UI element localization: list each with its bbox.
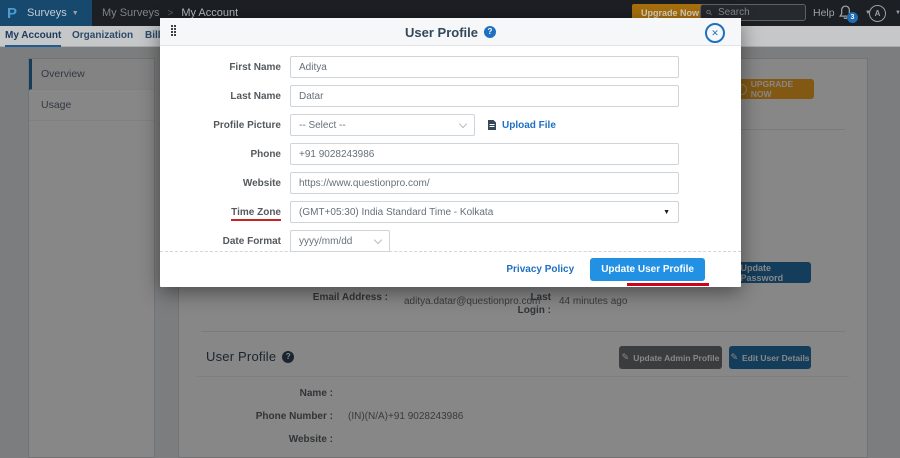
profile-picture-value: -- Select -- (299, 120, 346, 131)
profile-picture-select[interactable]: -- Select -- (290, 114, 475, 136)
last-name-input[interactable] (290, 85, 679, 107)
help-icon[interactable]: ? (484, 26, 496, 38)
modal-title-text: User Profile (405, 25, 478, 40)
time-zone-select[interactable]: (GMT+05:30) India Standard Time - Kolkat… (290, 201, 679, 223)
update-user-profile-button[interactable]: Update User Profile (590, 258, 705, 281)
caret-down-icon: ▼ (663, 209, 670, 216)
modal-footer: Privacy Policy Update User Profile (160, 251, 741, 287)
tab-my-account[interactable]: My Account (5, 26, 61, 47)
file-icon (487, 120, 497, 130)
avatar[interactable]: A (869, 5, 886, 22)
upload-file-label: Upload File (502, 120, 556, 131)
privacy-policy-link[interactable]: Privacy Policy (506, 264, 574, 275)
date-format-value: yyyy/mm/dd (299, 236, 352, 247)
close-icon[interactable]: ✕ (705, 23, 725, 43)
first-name-label: First Name (160, 62, 290, 73)
time-zone-label: Time Zone (160, 207, 290, 218)
date-format-label: Date Format (160, 236, 290, 247)
date-format-select[interactable]: yyyy/mm/dd (290, 230, 390, 252)
profile-picture-label: Profile Picture (160, 120, 290, 131)
questionpro-logo-icon: P (7, 5, 17, 22)
chevron-down-icon[interactable]: ▼ (895, 10, 900, 16)
modal-title: User Profile ? (160, 18, 741, 46)
time-zone-value: (GMT+05:30) India Standard Time - Kolkat… (299, 207, 493, 218)
surveys-menu-label: Surveys (27, 7, 67, 19)
tab-organization[interactable]: Organization (72, 26, 133, 45)
breadcrumb-my-surveys[interactable]: My Surveys (102, 7, 159, 19)
chevron-down-icon: ▼ (72, 10, 79, 17)
search-icon (706, 7, 712, 18)
website-label: Website (160, 178, 290, 189)
notification-count-badge: 3 (847, 12, 858, 23)
time-zone-label-text: Time Zone (231, 207, 281, 221)
upload-file-link[interactable]: Upload File (487, 120, 556, 131)
last-name-label: Last Name (160, 91, 290, 102)
phone-label: Phone (160, 149, 290, 160)
chevron-down-icon (374, 235, 382, 243)
product-switcher[interactable]: P Surveys ▼ (0, 0, 92, 26)
chevron-down-icon (459, 119, 467, 127)
breadcrumb-separator: > (167, 8, 173, 19)
first-name-input[interactable] (290, 56, 679, 78)
annotation-underline (627, 283, 709, 286)
user-profile-modal: User Profile ? ✕ First Name Last Name Pr… (160, 18, 741, 287)
help-link[interactable]: Help (813, 0, 835, 26)
phone-input[interactable] (290, 143, 679, 165)
website-input[interactable] (290, 172, 679, 194)
